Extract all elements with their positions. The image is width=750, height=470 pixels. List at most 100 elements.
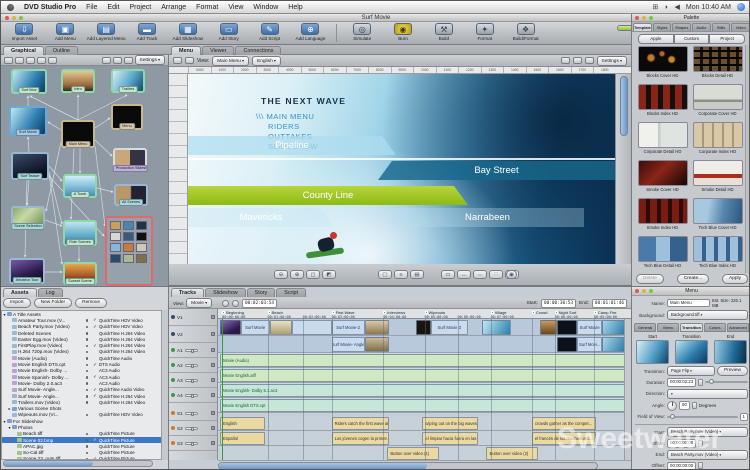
tab-connections[interactable]: Connections xyxy=(235,46,281,55)
toolbar-add-slideshow[interactable]: ▦Add Slideshow xyxy=(168,23,207,41)
timeline-ruler[interactable]: Beginning00:00:00:00Beach00:01:00:0000:0… xyxy=(218,309,631,319)
clip[interactable]: Surf Movie xyxy=(577,320,602,335)
clip[interactable]: Surf Movie 3 xyxy=(431,320,468,335)
tab-assets[interactable]: Assets xyxy=(3,288,37,297)
track-volume-slider[interactable] xyxy=(185,427,198,430)
clip[interactable]: Button over video (2) xyxy=(486,447,538,460)
asset-row[interactable]: Movie- Dolby 2.0.ac3AC3 Audio xyxy=(2,380,161,386)
template-item[interactable]: Corporate Cover HD xyxy=(691,84,744,120)
clip[interactable]: el limpiar hacia fuera en las o... xyxy=(422,432,478,445)
palette-group-custom[interactable]: Custom xyxy=(674,34,710,44)
track-view-dropdown[interactable]: Movie xyxy=(186,298,212,308)
tab-outline[interactable]: Outline xyxy=(45,46,78,55)
template-item[interactable]: Corporate Index HD xyxy=(691,122,744,158)
tab-graphical[interactable]: Graphical xyxy=(3,46,44,55)
graph-node[interactable]: Surf Movie xyxy=(9,106,47,136)
import-button[interactable]: Import xyxy=(3,298,31,308)
clip[interactable]: English xyxy=(220,417,265,430)
clip[interactable] xyxy=(292,320,331,335)
menu-button-county-line[interactable]: County Line xyxy=(188,186,468,205)
remove-button[interactable]: Remove xyxy=(75,298,107,308)
direction-dropdown[interactable] xyxy=(667,389,748,399)
slider-thumb[interactable] xyxy=(670,414,675,419)
end-asset-dropdown[interactable]: Beach Party.mov (Video) xyxy=(667,450,748,460)
palette-tab-templates[interactable]: Templates xyxy=(633,23,652,31)
editor-tool-button[interactable]: ▤ xyxy=(410,270,424,279)
tab-log[interactable]: Log xyxy=(38,288,63,297)
slider-thumb[interactable] xyxy=(191,349,194,353)
menu-arrange[interactable]: Arrange xyxy=(161,4,186,11)
menu-clock[interactable]: Mon 10:40 AM xyxy=(686,4,731,11)
clip-thumbnail[interactable] xyxy=(416,320,430,335)
clip-thumbnail[interactable] xyxy=(557,320,578,335)
scrollbar-thumb[interactable] xyxy=(219,463,427,469)
template-item[interactable]: Blocks Cover HD xyxy=(636,46,689,82)
fov-field[interactable]: 1 xyxy=(740,413,748,422)
asset-row[interactable]: Movie English- Dolby ...AC3 Audio xyxy=(2,368,161,374)
close-icon[interactable] xyxy=(635,16,639,20)
clip[interactable]: Español xyxy=(220,432,265,445)
asset-row[interactable]: Movie (Audio)QuickTime Audio xyxy=(2,355,161,361)
template-item[interactable]: Tech Blue Cover HD xyxy=(691,198,744,234)
editor-tool-button[interactable]: ▢ xyxy=(378,270,392,279)
inspector-tab-colors[interactable]: Colors xyxy=(704,323,726,332)
marker-next-button[interactable] xyxy=(232,300,239,307)
graph-tool-button[interactable] xyxy=(15,57,24,64)
chapter-marker[interactable]: Crowd xyxy=(532,310,548,315)
duration-slider[interactable] xyxy=(705,381,748,383)
clip[interactable]: Movie English DTS.cpt xyxy=(220,399,629,412)
playhead[interactable] xyxy=(222,319,223,460)
inspector-window-controls[interactable] xyxy=(635,289,653,293)
track-volume-slider[interactable] xyxy=(185,442,198,445)
transition-dropdown[interactable]: Page Flip xyxy=(667,366,715,376)
track-header-s1[interactable]: S1 xyxy=(169,406,217,421)
clip[interactable]: Surf Movi... xyxy=(577,337,602,352)
scrollbar-thumb[interactable] xyxy=(4,461,93,466)
clip[interactable]: Surf Movie xyxy=(241,320,270,335)
asset-row[interactable]: APAC.jpgQuickTime Picture xyxy=(2,443,161,449)
menu-help[interactable]: Help xyxy=(288,4,302,11)
language-dropdown[interactable]: English xyxy=(252,56,281,66)
editor-settings-dropdown[interactable]: Settings xyxy=(597,56,627,66)
toolbar-add-menu[interactable]: ▣Add Menu xyxy=(46,23,85,41)
track-header-s2[interactable]: S2 xyxy=(169,421,217,436)
toolbar-import-asset[interactable]: ⇩Import Asset xyxy=(5,23,44,41)
tab-script[interactable]: Script xyxy=(276,288,306,297)
create-button[interactable]: Create... xyxy=(677,274,709,284)
slider-thumb[interactable] xyxy=(191,379,194,383)
asset-row[interactable]: Beach Party.mov (Video)✓QuickTime HDV Vi… xyxy=(2,324,161,330)
editor-display-button[interactable] xyxy=(561,57,570,64)
template-item[interactable]: Tech Blue Detail HD xyxy=(636,236,689,272)
palette-tab-video[interactable]: Video xyxy=(731,23,750,31)
clip-thumbnail[interactable] xyxy=(557,337,578,352)
tab-viewer[interactable]: Viewer xyxy=(202,46,234,55)
track-enable-icon[interactable] xyxy=(171,441,175,445)
graph-node[interactable]: Ride Scenes xyxy=(63,220,97,246)
clip[interactable]: Los jóvenes cogen la primer... xyxy=(332,432,390,445)
track-header-s3[interactable]: S3 xyxy=(169,436,217,451)
asset-row[interactable]: Easter Egg.mov (Video)QuickTime H.264 Vi… xyxy=(2,336,161,342)
graph-node[interactable]: Sunset Scene xyxy=(63,262,97,285)
menu-button-narrabeen[interactable]: Narrabeen xyxy=(391,208,584,227)
palette-tab-audio[interactable]: Audio xyxy=(692,23,711,31)
track-volume-slider[interactable] xyxy=(185,364,198,367)
angle-field[interactable]: 90 xyxy=(679,401,690,410)
assets-hscrollbar[interactable] xyxy=(3,460,153,467)
menu-file[interactable]: File xyxy=(86,4,97,11)
editor-tool-button[interactable]: ◉ xyxy=(506,270,517,279)
name-field[interactable]: Main Menu xyxy=(667,299,710,308)
asset-row[interactable]: Surf Movie- Angle...✓QuickTime H.264 Vid… xyxy=(2,393,161,399)
inspector-tab-transition[interactable]: Transition xyxy=(680,323,702,332)
timeline-vscrollbar[interactable] xyxy=(624,319,631,460)
inspector-tab-general[interactable]: General xyxy=(634,323,656,332)
clip-thumbnail[interactable] xyxy=(365,320,390,335)
template-item[interactable]: Tech Blue Index HD xyxy=(691,236,744,272)
tab-menu[interactable]: Menu xyxy=(171,46,201,55)
start-asset-dropdown[interactable]: Beach Party.mov (Video) xyxy=(667,427,748,437)
clip-thumbnail[interactable] xyxy=(270,320,293,335)
lock-icon[interactable] xyxy=(211,348,215,352)
asset-row[interactable]: Deleted ScenesQuickTime H.264 Video xyxy=(2,330,161,336)
graph-node[interactable]: Amateur Tour xyxy=(9,258,45,284)
track-enable-icon[interactable] xyxy=(171,332,175,336)
assets-scrollbar[interactable] xyxy=(161,310,168,460)
